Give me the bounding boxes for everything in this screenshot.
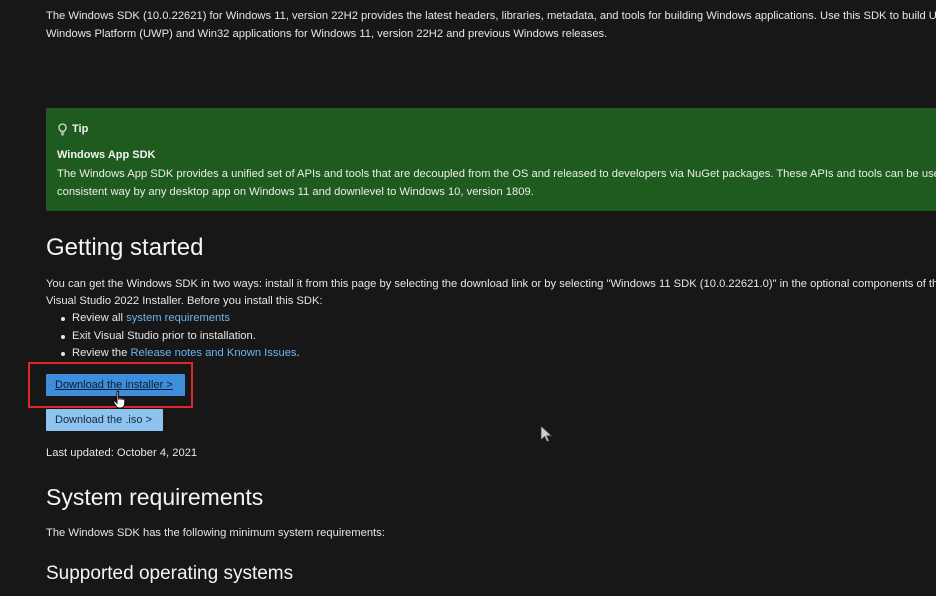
list-item: Exit Visual Studio prior to installation… [46, 328, 300, 346]
list-item-suffix: . [296, 347, 300, 359]
list-item: Review all system requirements [46, 310, 300, 328]
download-iso-button[interactable]: Download the .iso > [46, 409, 163, 431]
lightbulb-icon [58, 122, 67, 135]
last-updated-text: Last updated: October 4, 2021 [46, 447, 198, 459]
tip-body-line-2: consistent way by any desktop app on Win… [57, 186, 534, 198]
system-requirements-heading: System requirements [46, 484, 264, 510]
tip-header: Tip [57, 122, 936, 136]
tip-body-line-1: The Windows App SDK provides a unified s… [57, 168, 936, 180]
page: The Windows SDK (10.0.22621) for Windows… [0, 0, 936, 596]
tip-label: Tip [72, 123, 89, 135]
supported-os-heading: Supported operating systems [46, 563, 294, 584]
getting-started-paragraph: You can get the Windows SDK in two ways:… [46, 276, 936, 310]
tip-callout: Tip Windows App SDK The Windows App SDK … [46, 108, 936, 211]
release-notes-link[interactable]: Release notes and Known Issues [130, 347, 296, 359]
tip-title: Windows App SDK [57, 149, 156, 161]
list-item-text: Exit Visual Studio prior to installation… [72, 329, 256, 342]
system-requirements-link[interactable]: system requirements [126, 312, 230, 324]
list-item-text: Review the [72, 347, 131, 359]
list-item: Review the Release notes and Known Issue… [46, 345, 300, 363]
system-requirements-paragraph: The Windows SDK has the following minimu… [46, 527, 385, 539]
intro-line-2: Windows Platform (UWP) and Win32 applica… [46, 28, 608, 40]
intro-line-1: The Windows SDK (10.0.22621) for Windows… [46, 10, 936, 22]
intro-paragraph: The Windows SDK (10.0.22621) for Windows… [46, 7, 936, 43]
prerequisite-list: Review all system requirements Exit Visu… [46, 310, 300, 363]
getting-started-heading: Getting started [46, 234, 204, 261]
getting-started-line-2: Visual Studio 2022 Installer. Before you… [46, 295, 323, 307]
getting-started-line-1: You can get the Windows SDK in two ways:… [46, 278, 936, 290]
arrow-pointer-cursor-icon [540, 425, 553, 443]
tip-body: The Windows App SDK provides a unified s… [57, 165, 936, 201]
list-item-text: Review all [72, 312, 127, 324]
hand-pointer-cursor-icon [113, 390, 126, 409]
